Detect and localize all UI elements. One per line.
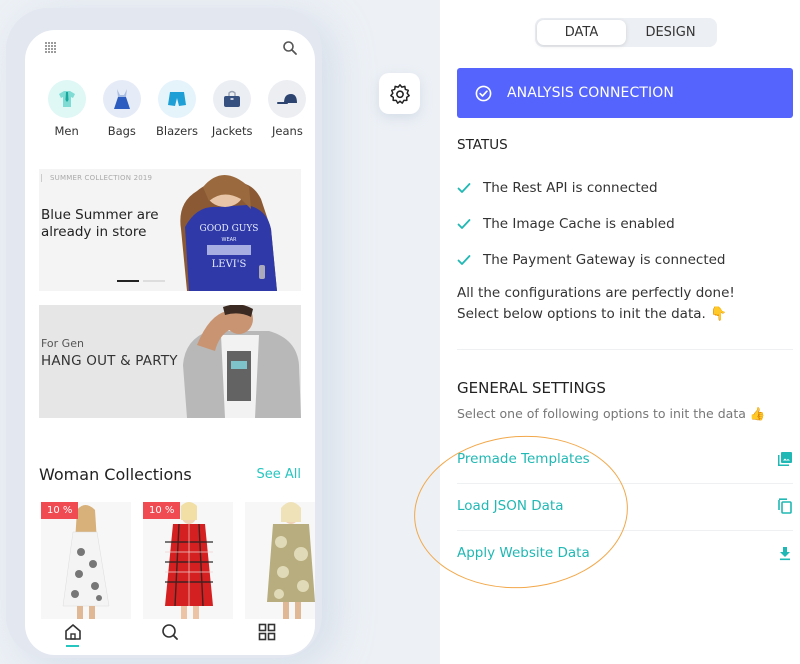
- slider-dot[interactable]: [143, 280, 165, 282]
- option-label: Apply Website Data: [457, 545, 590, 561]
- category-men[interactable]: Men: [39, 80, 94, 138]
- discount-badge: 10 %: [41, 502, 79, 519]
- status-item: The Image Cache is enabled: [457, 206, 726, 242]
- svg-text:WEAR: WEAR: [222, 237, 238, 243]
- discount-badge: 10 %: [143, 502, 181, 519]
- product-image: [62, 505, 110, 619]
- svg-text:LEVI'S: LEVI'S: [212, 259, 247, 270]
- model-photo: [183, 305, 301, 418]
- slider-dot-active[interactable]: [117, 280, 139, 282]
- option-apply-website-data[interactable]: Apply Website Data: [457, 530, 793, 576]
- product-card[interactable]: [245, 502, 315, 619]
- download-icon: [780, 547, 790, 561]
- banner-subtitle: For Gen: [41, 337, 84, 350]
- svg-text:GOOD GUYS: GOOD GUYS: [200, 224, 259, 234]
- handbag-icon: [213, 80, 252, 118]
- product-card[interactable]: 10 %: [143, 502, 233, 619]
- slider-dots[interactable]: [117, 280, 165, 282]
- model-photo: GOOD GUYS WEAR LEVI'S: [180, 175, 277, 291]
- option-label: Load JSON Data: [457, 498, 564, 514]
- tab-design[interactable]: DESIGN: [626, 20, 715, 45]
- category-blazers[interactable]: Blazers: [149, 80, 204, 138]
- general-settings-subtitle: Select one of following options to init …: [457, 406, 766, 421]
- cap-icon: [268, 80, 307, 118]
- category-label: Men: [54, 124, 79, 138]
- divider: [457, 349, 793, 350]
- product-image: [267, 502, 315, 619]
- check-icon: [457, 255, 471, 265]
- check-icon: [457, 183, 471, 193]
- hang-out-banner[interactable]: For Gen HANG OUT & PARTY: [39, 305, 301, 418]
- status-text: The Rest API is connected: [483, 180, 658, 196]
- category-label: Bags: [107, 124, 136, 138]
- check-icon: [457, 219, 471, 229]
- app-preview-area: Men Bags Blazers Jackets Jeans SUMMER CO…: [0, 0, 440, 664]
- shorts-icon: [158, 80, 196, 118]
- option-premade-templates[interactable]: Premade Templates: [457, 436, 793, 482]
- status-text: The Payment Gateway is connected: [483, 252, 726, 268]
- see-all-link[interactable]: See All: [257, 467, 302, 482]
- copy-icon: [778, 498, 792, 514]
- status-item: The Rest API is connected: [457, 170, 726, 206]
- category-jackets[interactable]: Jackets: [205, 80, 260, 138]
- analysis-connection-button[interactable]: ANALYSIS CONNECTION: [457, 68, 793, 118]
- grid-icon[interactable]: [257, 622, 277, 642]
- product-card[interactable]: 10 %: [41, 502, 131, 619]
- category-label: Blazers: [156, 124, 198, 138]
- product-list: 10 % 10 %: [41, 502, 315, 619]
- banner-title: Blue Summer are already in store: [41, 207, 159, 240]
- dress-icon: [102, 80, 141, 118]
- option-load-json-data[interactable]: Load JSON Data: [457, 483, 793, 529]
- status-heading: STATUS: [457, 137, 508, 153]
- settings-button[interactable]: [379, 73, 420, 114]
- option-label: Premade Templates: [457, 451, 590, 467]
- settings-panel: DATA DESIGN ANALYSIS CONNECTION STATUS T…: [440, 0, 800, 664]
- photo-library-icon: [778, 452, 792, 466]
- phone-frame: Men Bags Blazers Jackets Jeans SUMMER CO…: [6, 8, 322, 658]
- check-circle-icon: [475, 85, 492, 101]
- search-icon[interactable]: [160, 622, 180, 642]
- connection-label: ANALYSIS CONNECTION: [507, 85, 674, 101]
- category-list: Men Bags Blazers Jackets Jeans: [39, 80, 315, 138]
- banner-title: HANG OUT & PARTY: [41, 353, 178, 369]
- shirt-icon: [47, 80, 86, 118]
- tab-data[interactable]: DATA: [537, 20, 626, 45]
- banner-tag: SUMMER COLLECTION 2019: [41, 174, 152, 182]
- status-item: The Payment Gateway is connected: [457, 242, 726, 278]
- status-text: The Image Cache is enabled: [483, 216, 675, 232]
- category-jeans[interactable]: Jeans: [260, 80, 315, 138]
- menu-grid-icon[interactable]: [44, 41, 58, 55]
- product-image: [165, 502, 213, 619]
- category-label: Jeans: [272, 124, 303, 138]
- summer-collection-banner[interactable]: SUMMER COLLECTION 2019 Blue Summer are a…: [39, 169, 301, 291]
- category-bags[interactable]: Bags: [94, 80, 149, 138]
- phone-screen: Men Bags Blazers Jackets Jeans SUMMER CO…: [25, 30, 315, 655]
- section-title: Woman Collections: [39, 465, 192, 484]
- general-settings-heading: GENERAL SETTINGS: [457, 379, 606, 397]
- status-message: All the configurations are perfectly don…: [457, 285, 735, 322]
- home-icon[interactable]: [63, 622, 83, 642]
- panel-tabs: DATA DESIGN: [535, 18, 717, 47]
- active-tab-indicator: [66, 645, 79, 647]
- gear-icon: [389, 83, 410, 104]
- category-label: Jackets: [211, 124, 253, 138]
- status-list: The Rest API is connected The Image Cach…: [457, 170, 726, 278]
- bottom-navigation: [25, 620, 315, 655]
- search-icon[interactable]: [281, 39, 299, 57]
